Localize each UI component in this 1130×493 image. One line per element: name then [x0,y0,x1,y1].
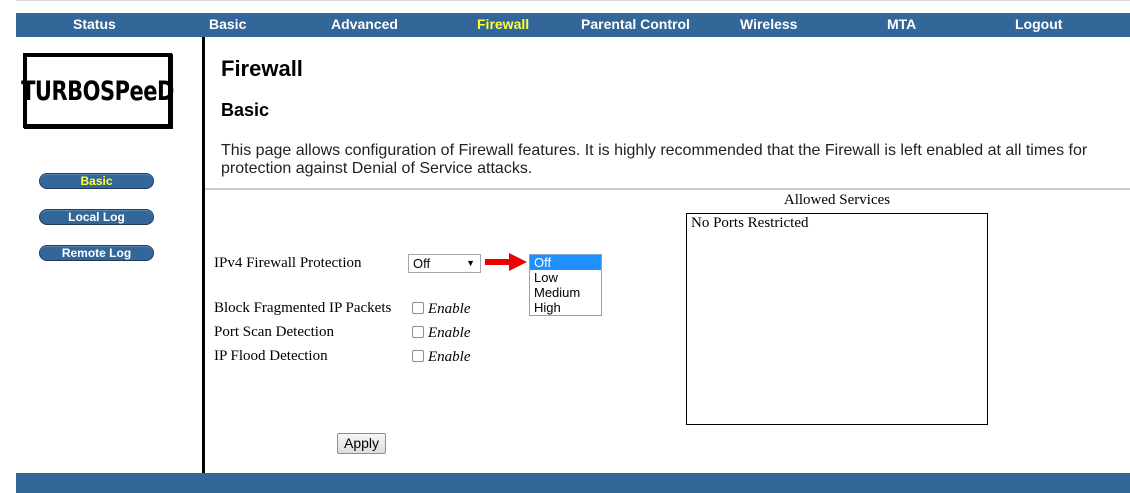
nav-firewall[interactable]: Firewall [477,13,529,37]
allowed-services-title: Allowed Services [783,192,891,208]
option-low[interactable]: Low [530,270,601,285]
sidebar-divider [202,37,205,473]
nav-wireless[interactable]: Wireless [740,13,797,37]
nav-logout[interactable]: Logout [1015,13,1062,37]
turbospeed-logo: TURBOSPeeD [21,53,174,128]
page-description: This page allows configuration of Firewa… [221,142,1088,177]
port-scan-detection-label: Port Scan Detection [214,324,334,340]
nav-basic[interactable]: Basic [209,13,246,37]
logo-text: TURBOSPeeD [21,75,174,106]
top-border-line [16,0,1130,1]
top-nav-bar: Status Basic Advanced Firewall Parental … [16,13,1130,37]
firewall-protection-options-list: Off Low Medium High [529,254,602,316]
option-medium[interactable]: Medium [530,285,601,300]
option-high[interactable]: High [530,300,601,315]
nav-status[interactable]: Status [73,13,116,37]
port-scan-enable-label: Enable [428,325,471,341]
ipv4-firewall-protection-label: IPv4 Firewall Protection [214,255,362,271]
red-arrow-icon [485,253,527,271]
sidebar-item-remote-log[interactable]: Remote Log [39,245,154,261]
ip-flood-enable-label: Enable [428,349,471,365]
nav-advanced[interactable]: Advanced [331,13,398,37]
page-title: Firewall [221,56,303,81]
block-fragmented-enable-label: Enable [428,301,471,317]
port-scan-detection-checkbox[interactable] [412,326,424,338]
sidebar-item-basic[interactable]: Basic [39,173,154,189]
allowed-services-content: No Ports Restricted [691,215,809,231]
nav-mta[interactable]: MTA [887,13,916,37]
bottom-bar [16,473,1130,493]
block-fragmented-label: Block Fragmented IP Packets [214,300,392,316]
option-off[interactable]: Off [530,255,601,270]
ip-flood-detection-label: IP Flood Detection [214,348,328,364]
chevron-down-icon: ▼ [466,258,475,268]
sidebar-item-local-log[interactable]: Local Log [39,209,154,225]
allowed-services-box[interactable]: No Ports Restricted [686,213,988,425]
ip-flood-detection-checkbox[interactable] [412,350,424,362]
apply-button[interactable]: Apply [337,433,386,454]
block-fragmented-checkbox[interactable] [412,302,424,314]
firewall-protection-value: Off [413,256,431,271]
firewall-protection-select[interactable]: Off ▼ [408,254,481,273]
nav-parental-control[interactable]: Parental Control [581,13,690,37]
page-subtitle: Basic [221,100,270,120]
section-divider [205,188,1130,190]
